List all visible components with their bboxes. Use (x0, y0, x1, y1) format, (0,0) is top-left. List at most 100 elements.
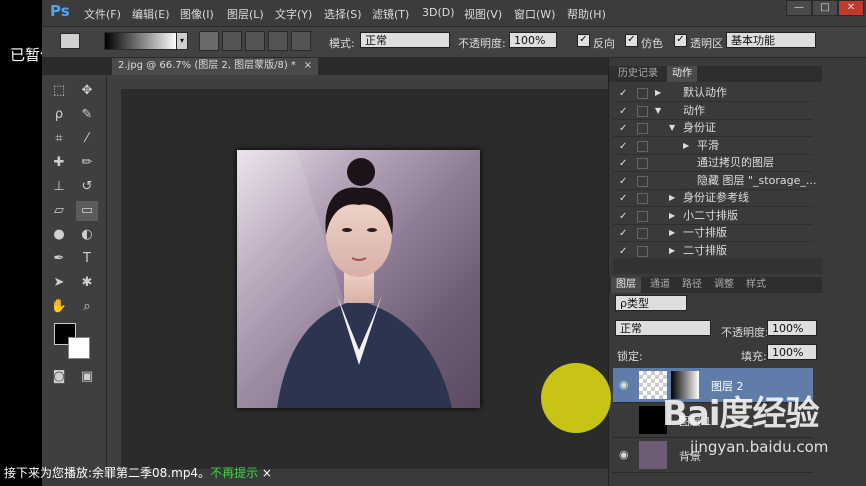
action-row[interactable]: ✓ ▶ 一寸排版 (613, 224, 813, 242)
toggle-check-icon[interactable]: ✓ (619, 190, 627, 207)
eyedropper-tool-icon[interactable]: ⁄ (76, 129, 98, 149)
shape-tool-icon[interactable]: ✱ (76, 273, 98, 293)
action-row[interactable]: ✓ 通过拷贝的图层 (613, 154, 813, 172)
layer-kind-filter[interactable]: ρ类型 (615, 295, 687, 311)
menu-3d[interactable]: 3D(D) (422, 6, 455, 19)
radial-gradient-icon[interactable] (222, 31, 242, 51)
document-tab[interactable]: 2.jpg @ 66.7% (图层 2, 图层蒙版/8) * × (112, 58, 318, 75)
menu-filter[interactable]: 滤镜(T) (372, 6, 409, 22)
expand-arrow-icon[interactable]: ▶ (669, 224, 675, 241)
expand-arrow-icon[interactable]: ▶ (655, 84, 661, 101)
action-row[interactable]: ✓ ▶ 默认动作 (613, 84, 813, 102)
document-canvas[interactable] (237, 150, 480, 408)
linear-gradient-icon[interactable] (199, 31, 219, 51)
dodge-tool-icon[interactable]: ◐ (76, 225, 98, 245)
visibility-eye-icon[interactable]: ◉ (619, 448, 629, 461)
quick-select-tool-icon[interactable]: ✎ (76, 105, 98, 125)
dither-checkbox[interactable]: ✓ (625, 34, 638, 47)
tab-layers[interactable]: 图层 (611, 277, 641, 293)
gradient-tool-preset-icon[interactable] (60, 33, 80, 49)
action-row[interactable]: ✓ 隐藏 图层 "_storage_... (613, 172, 816, 190)
menu-select[interactable]: 选择(S) (324, 6, 362, 22)
action-row[interactable]: ✓ ▼ 身份证 (613, 119, 813, 137)
dialog-toggle-box[interactable] (637, 158, 648, 169)
action-row[interactable]: ✓ ▶ 身份证参考线 (613, 189, 813, 207)
layer-opacity-field[interactable]: 100% (767, 320, 817, 336)
dialog-toggle-box[interactable] (637, 140, 648, 152)
menu-layer[interactable]: 图层(L) (227, 6, 264, 22)
toggle-check-icon[interactable]: ✓ (619, 173, 627, 190)
background-color-swatch[interactable] (68, 337, 90, 359)
action-row[interactable]: ✓ ▼ 动作 (613, 102, 813, 120)
dont-remind-link[interactable]: 不再提示 (210, 466, 258, 480)
action-row[interactable]: ✓ ▶ 小二寸排版 (613, 207, 813, 225)
gradient-picker[interactable] (104, 32, 178, 50)
maximize-button[interactable]: □ (812, 0, 838, 16)
action-row[interactable]: ✓ ▶ 二寸排版 (613, 242, 813, 260)
reverse-checkbox[interactable]: ✓ (577, 34, 590, 47)
eraser-tool-icon[interactable]: ▱ (48, 201, 70, 221)
menu-type[interactable]: 文字(Y) (275, 6, 312, 22)
hand-tool-icon[interactable]: ✋ (48, 297, 70, 317)
toggle-check-icon[interactable]: ✓ (619, 138, 627, 155)
tab-channels[interactable]: 通道 (645, 277, 675, 293)
dialog-toggle-box[interactable] (637, 210, 648, 222)
workspace-select[interactable]: 基本功能 (726, 32, 816, 48)
toggle-check-icon[interactable]: ✓ (619, 208, 627, 225)
notice-close-icon[interactable]: × (262, 466, 272, 480)
quick-mask-icon[interactable]: ◙ (48, 367, 70, 387)
chevron-down-icon[interactable]: ▾ (176, 32, 188, 50)
toggle-check-icon[interactable]: ✓ (619, 243, 627, 260)
zoom-tool-icon[interactable]: ⌕ (76, 297, 98, 317)
dialog-toggle-box[interactable] (637, 228, 648, 239)
menu-view[interactable]: 视图(V) (464, 6, 502, 22)
close-window-button[interactable]: ✕ (838, 0, 864, 16)
transparency-checkbox[interactable]: ✓ (674, 34, 687, 47)
menu-image[interactable]: 图像(I) (180, 6, 214, 22)
tab-actions[interactable]: 动作 (667, 66, 697, 82)
tab-history[interactable]: 历史记录 (613, 66, 663, 82)
move-tool-icon[interactable]: ✥ (76, 81, 98, 101)
path-select-tool-icon[interactable]: ➤ (48, 273, 70, 293)
diamond-gradient-icon[interactable] (291, 31, 311, 51)
menu-file[interactable]: 文件(F) (84, 6, 121, 22)
toggle-check-icon[interactable]: ✓ (619, 120, 627, 137)
dialog-toggle-box[interactable] (637, 245, 648, 257)
menu-help[interactable]: 帮助(H) (567, 6, 606, 22)
tab-styles[interactable]: 样式 (741, 277, 771, 293)
visibility-eye-icon[interactable]: ◉ (619, 378, 629, 391)
reflected-gradient-icon[interactable] (268, 31, 288, 51)
toggle-check-icon[interactable]: ✓ (619, 155, 627, 172)
pen-tool-icon[interactable]: ✒ (48, 249, 70, 269)
fill-field[interactable]: 100% (767, 344, 817, 360)
clone-stamp-tool-icon[interactable]: ⊥ (48, 177, 70, 197)
blend-mode-select[interactable]: 正常 (615, 320, 711, 336)
dialog-toggle-box[interactable] (637, 105, 648, 117)
screen-mode-icon[interactable]: ▣ (76, 367, 98, 387)
menu-window[interactable]: 窗口(W) (514, 6, 555, 22)
opacity-field[interactable]: 100% (509, 32, 557, 48)
lasso-tool-icon[interactable]: ρ (48, 105, 70, 125)
history-brush-tool-icon[interactable]: ↺ (76, 177, 98, 197)
dialog-toggle-box[interactable] (637, 88, 648, 99)
expand-arrow-icon[interactable]: ▶ (669, 242, 675, 259)
brush-tool-icon[interactable]: ✏ (76, 153, 98, 173)
tab-adjustments[interactable]: 调整 (709, 277, 739, 293)
dialog-toggle-box[interactable] (637, 193, 648, 204)
expand-arrow-icon[interactable]: ▶ (669, 207, 675, 224)
tab-paths[interactable]: 路径 (677, 277, 707, 293)
type-tool-icon[interactable]: T (76, 249, 98, 269)
menu-edit[interactable]: 编辑(E) (132, 6, 170, 22)
minimize-button[interactable]: — (786, 0, 812, 16)
expand-arrow-icon[interactable]: ▶ (669, 189, 675, 206)
toggle-check-icon[interactable]: ✓ (619, 103, 627, 120)
expand-arrow-icon[interactable]: ▼ (669, 119, 675, 136)
dialog-toggle-box[interactable] (637, 123, 648, 134)
toggle-check-icon[interactable]: ✓ (619, 85, 627, 102)
expand-arrow-icon[interactable]: ▶ (683, 137, 689, 154)
dialog-toggle-box[interactable] (637, 175, 648, 187)
healing-brush-tool-icon[interactable]: ✚ (48, 153, 70, 173)
gradient-tool-icon[interactable]: ▭ (76, 201, 98, 221)
angle-gradient-icon[interactable] (245, 31, 265, 51)
action-row[interactable]: ✓ ▶ 平滑 (613, 137, 813, 155)
